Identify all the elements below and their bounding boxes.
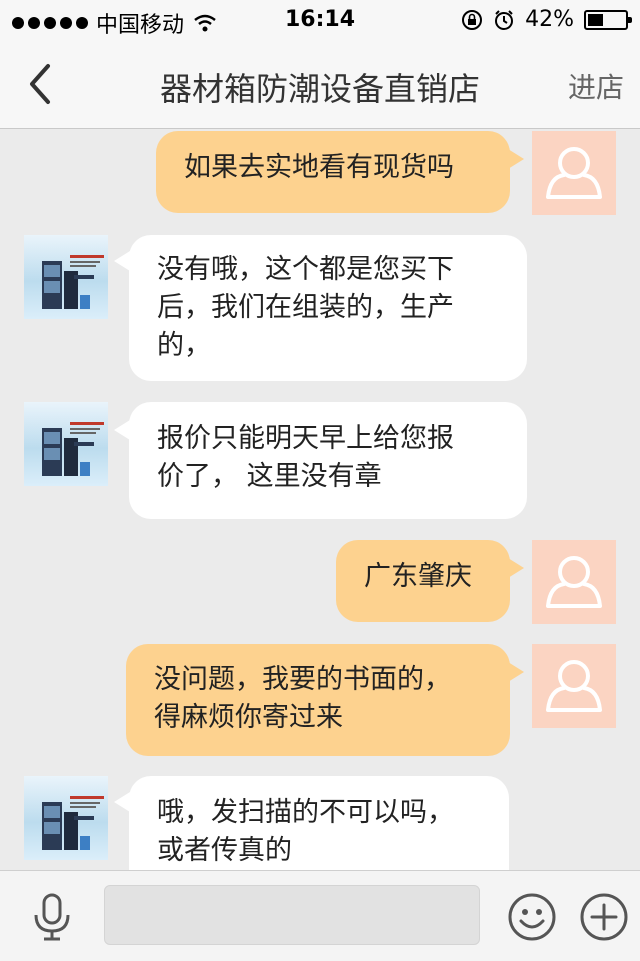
message-bubble[interactable]: 没问题，我要的书面的， 得麻烦你寄过来 [126, 644, 510, 756]
shop-cabinet-logo-icon [42, 796, 104, 850]
page-title: 器材箱防潮设备直销店 [159, 70, 480, 108]
message-text: 哦，发扫描的不可以吗， [157, 797, 454, 828]
battery-icon [584, 9, 632, 30]
battery-fill [588, 13, 603, 26]
user-avatar[interactable] [532, 131, 616, 215]
bubble-tail [114, 420, 130, 440]
emoji-button[interactable] [506, 891, 558, 943]
rotation-lock-icon [462, 9, 483, 30]
message-text: 报价只能明天早上给您报 [157, 423, 454, 454]
message-text: 广东肇庆 [364, 561, 472, 592]
shop-cabinet-logo-icon [42, 255, 104, 309]
status-bar: 中国移动 16:14 42% [0, 0, 640, 40]
message-text: 得麻烦你寄过来 [154, 702, 343, 733]
shop-avatar[interactable] [24, 776, 108, 860]
navigation-bar: 器材箱防潮设备直销店 进店 [0, 40, 640, 129]
battery-percent: 42% [525, 7, 574, 32]
user-avatar[interactable] [532, 540, 616, 624]
shop-cabinet-logo-icon [42, 422, 104, 476]
shop-avatar[interactable] [24, 402, 108, 486]
message-bubble[interactable]: 哦，发扫描的不可以吗， 或者传真的 [129, 776, 509, 870]
chat-list[interactable]: 如果去实地看有现货吗 没有哦，这个都是您买下 后，我们在组装的，生产 的， 报价… [0, 129, 640, 870]
message-bubble[interactable]: 没有哦，这个都是您买下 后，我们在组装的，生产 的， [129, 235, 527, 381]
more-actions-button[interactable] [578, 891, 630, 943]
bubble-tail [508, 662, 524, 682]
bubble-tail [508, 558, 524, 578]
user-silhouette-icon [546, 556, 602, 608]
alarm-icon [495, 9, 514, 30]
bubble-tail [508, 149, 524, 169]
user-silhouette-icon [546, 660, 602, 712]
message-text: 没有哦，这个都是您买下 [157, 254, 454, 285]
bubble-tail [114, 251, 130, 271]
message-bubble[interactable]: 报价只能明天早上给您报 价了， 这里没有章 [129, 402, 527, 519]
message-input[interactable] [104, 885, 480, 945]
message-text: 价了， 这里没有章 [157, 461, 382, 492]
user-silhouette-icon [546, 147, 602, 199]
message-bubble[interactable]: 广东肇庆 [336, 540, 510, 622]
input-toolbar [0, 870, 640, 961]
message-text: 后，我们在组装的，生产 [157, 292, 454, 323]
shop-avatar[interactable] [24, 235, 108, 319]
message-text: 如果去实地看有现货吗 [184, 152, 454, 183]
message-text: 没问题，我要的书面的， [154, 664, 451, 695]
bubble-tail [114, 792, 130, 812]
message-bubble[interactable]: 如果去实地看有现货吗 [156, 131, 510, 213]
enter-shop-button[interactable]: 进店 [568, 66, 624, 106]
message-text: 的， [157, 330, 211, 361]
message-text: 或者传真的 [157, 835, 292, 866]
microphone-button[interactable] [28, 891, 76, 943]
status-right: 42% [461, 7, 632, 32]
user-avatar[interactable] [532, 644, 616, 728]
